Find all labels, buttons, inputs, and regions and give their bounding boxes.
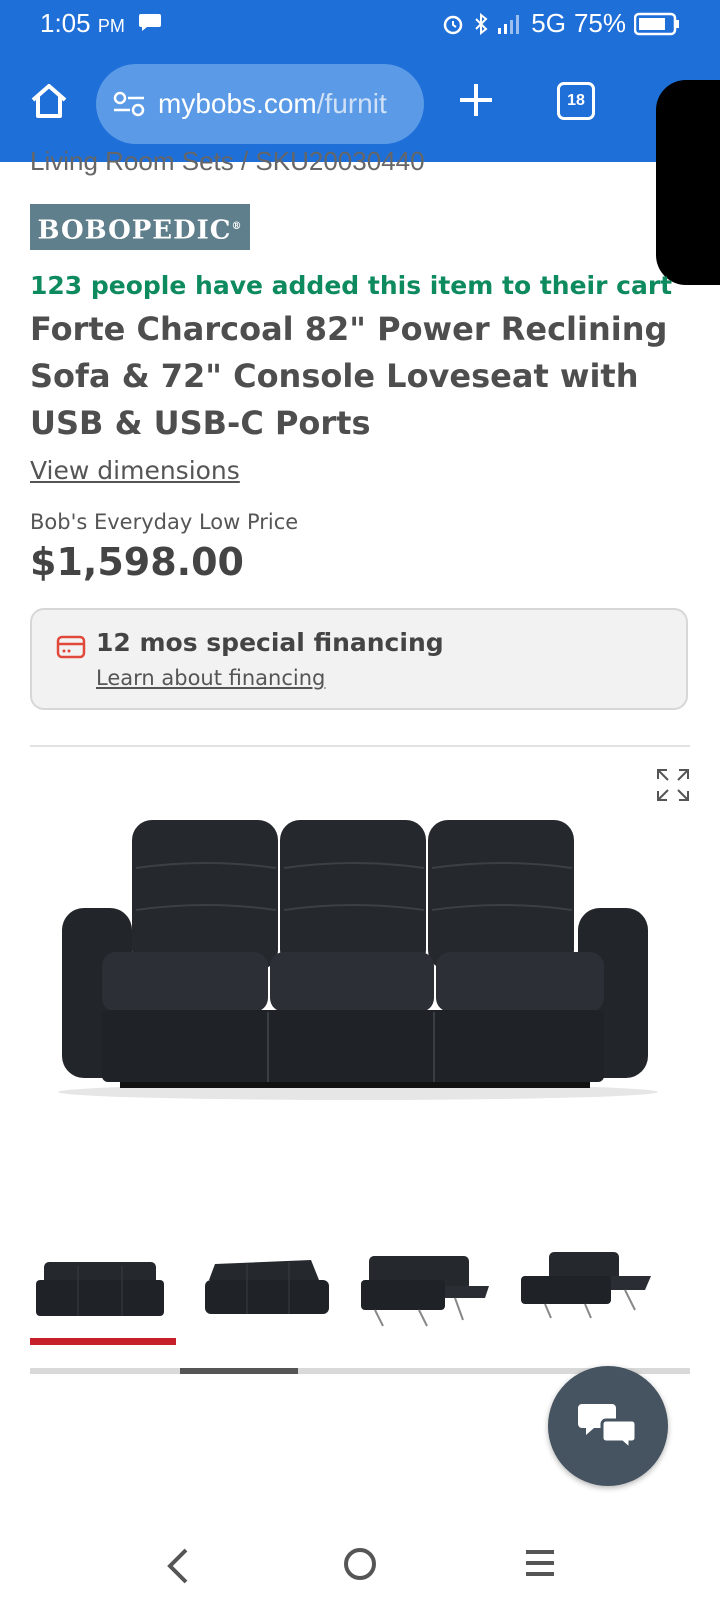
thumbnail-4[interactable] [515, 1240, 655, 1330]
view-dimensions-link[interactable]: View dimensions [30, 456, 240, 485]
price-label: Bob's Everyday Low Price [30, 510, 299, 534]
home-circle-icon[interactable] [342, 1546, 378, 1582]
new-tab-icon[interactable] [456, 80, 496, 120]
thumbnail-2[interactable] [195, 1240, 335, 1330]
chat-button[interactable] [548, 1366, 668, 1486]
battery-label: 75% [573, 8, 626, 38]
financing-title: 12 mos special financing [96, 628, 444, 657]
gallery-scroll-thumb[interactable] [180, 1368, 298, 1374]
financing-box: 12 mos special financing Learn about fin… [30, 608, 688, 710]
home-icon[interactable] [28, 80, 70, 122]
product-hero-image[interactable] [48, 820, 668, 1130]
recents-icon[interactable] [524, 1548, 556, 1578]
product-title: Forte Charcoal 82" Power Reclining Sofa … [30, 310, 668, 442]
signal-icon [498, 14, 520, 34]
learn-financing-link[interactable]: Learn about financing [96, 666, 325, 690]
thumbnail-strip [30, 1240, 690, 1340]
thumbnail-1[interactable] [30, 1240, 170, 1330]
status-bar: 1:05 PM 5G 75% [0, 0, 720, 50]
selected-thumbnail-indicator [30, 1338, 176, 1345]
message-icon [139, 14, 161, 31]
battery-icon [634, 12, 679, 35]
url-text: mybobs.com/furnit [158, 88, 387, 119]
tab-switcher-button[interactable]: 18 [557, 82, 595, 120]
thumbnail-3[interactable] [355, 1240, 495, 1330]
bluetooth-icon [475, 12, 488, 35]
social-proof-text: 123 people have added this item to their… [30, 271, 673, 300]
product-price: $1,598.00 [30, 540, 244, 584]
site-settings-icon[interactable] [112, 89, 146, 119]
alarm-icon [444, 15, 463, 34]
brand-logo: BOBOPEDIC® [30, 204, 250, 250]
expand-icon[interactable] [656, 768, 690, 802]
breadcrumb[interactable]: Living Room Sets / SKU20030440 [30, 146, 425, 177]
credit-card-icon [56, 635, 86, 659]
edge-panel-handle[interactable] [656, 80, 720, 285]
back-icon[interactable] [166, 1546, 190, 1586]
system-nav-bar [0, 1520, 720, 1612]
network-label: 5G [531, 8, 566, 38]
chat-icon [578, 1404, 638, 1453]
divider [30, 745, 690, 747]
address-bar[interactable]: mybobs.com/furnit [96, 64, 424, 144]
status-time: 1:05 PM [40, 8, 125, 38]
status-icons: 5G 75% [441, 8, 680, 39]
